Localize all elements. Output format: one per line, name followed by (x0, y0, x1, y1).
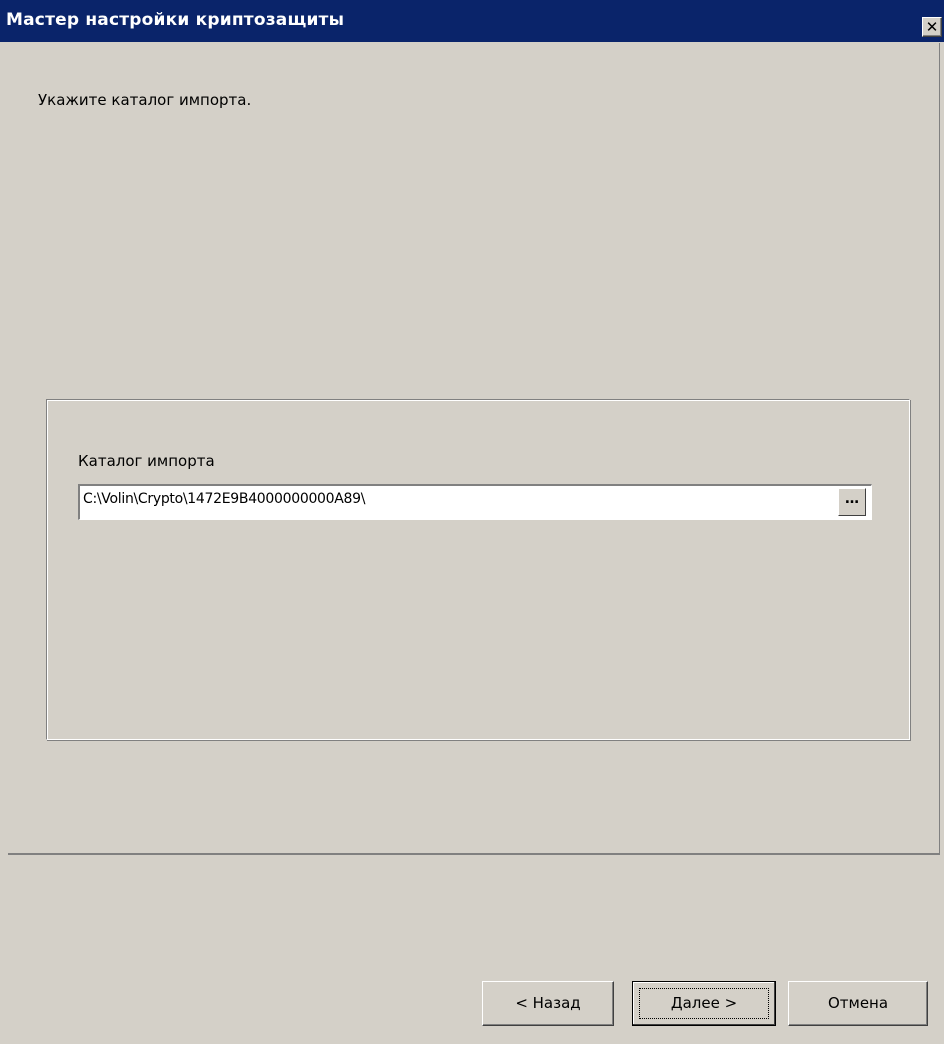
next-button-label: Далее > (670, 994, 738, 1012)
close-icon[interactable]: ✕ (922, 17, 942, 37)
next-button[interactable]: Далее > (632, 981, 776, 1026)
wizard-instruction: Укажите каталог импорта. (38, 91, 252, 109)
window-title: Мастер настройки криптозащиты (6, 10, 345, 30)
cancel-button[interactable]: Отмена (788, 981, 928, 1026)
import-directory-input[interactable]: C:\Volin\Crypto\1472E9B4000000000A89\ (78, 484, 872, 520)
back-button[interactable]: < Назад (482, 981, 614, 1026)
import-directory-label: Каталог импорта (78, 452, 215, 470)
title-bar[interactable]: Мастер настройки криптозащиты ✕ (0, 0, 944, 43)
browse-button[interactable]: … (838, 488, 866, 516)
import-settings-group (46, 399, 910, 740)
